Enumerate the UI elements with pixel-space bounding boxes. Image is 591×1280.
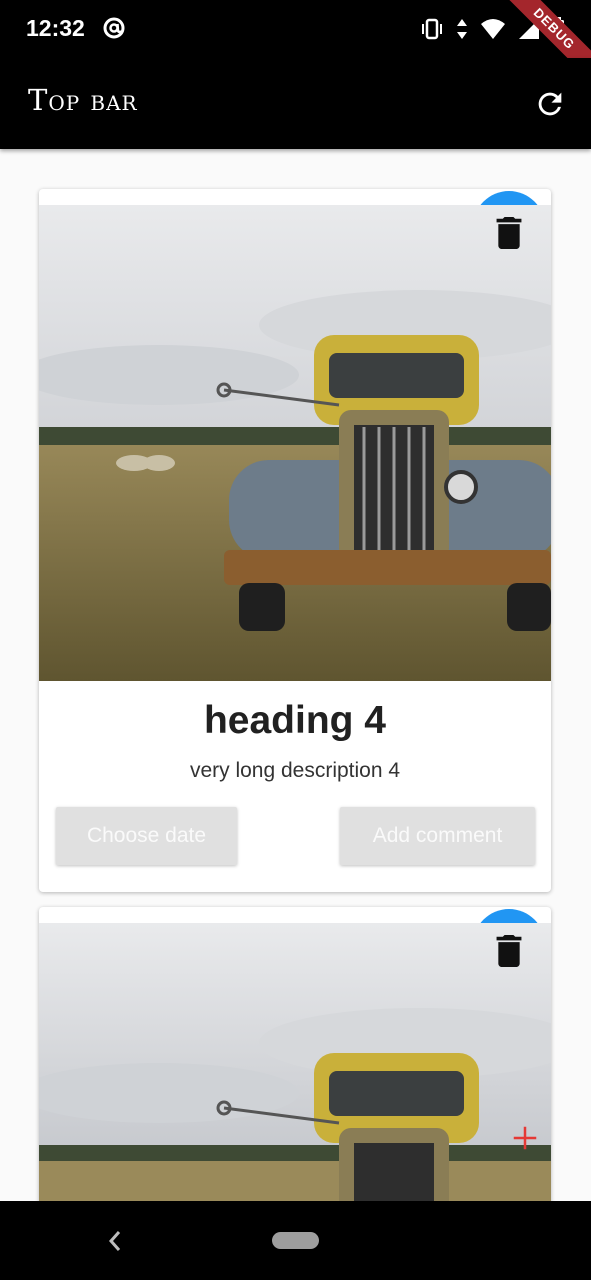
card-description: very long description 4: [189, 759, 401, 782]
status-time: 12:32: [26, 15, 85, 41]
top-app-bar: Top bar: [0, 58, 591, 149]
notification-at-icon: [103, 17, 125, 39]
card-list[interactable]: heading 4 very long description 4 Choose…: [0, 149, 591, 1201]
post-card: [39, 907, 551, 1201]
vibrate-icon: [422, 18, 442, 40]
plus-icon[interactable]: [510, 1123, 540, 1153]
data-arrows-icon: [457, 19, 467, 39]
home-pill-button[interactable]: [272, 1232, 319, 1249]
trash-icon[interactable]: [496, 217, 522, 249]
system-nav-bar: [0, 1201, 591, 1280]
choose-date-button[interactable]: Choose date: [56, 807, 237, 865]
trash-icon[interactable]: [496, 935, 522, 967]
post-card: heading 4 very long description 4 Choose…: [39, 189, 551, 892]
add-comment-button[interactable]: Add comment: [340, 807, 535, 865]
card-heading: heading 4: [203, 699, 387, 742]
back-icon[interactable]: [104, 1228, 126, 1254]
wifi-icon: [481, 19, 505, 39]
truck-photo: [39, 205, 551, 681]
truck-photo: [39, 923, 551, 1201]
status-bar: 12:32 DEBUG: [0, 0, 591, 97]
refresh-icon[interactable]: [533, 87, 567, 121]
app-title: Top bar: [28, 83, 138, 117]
